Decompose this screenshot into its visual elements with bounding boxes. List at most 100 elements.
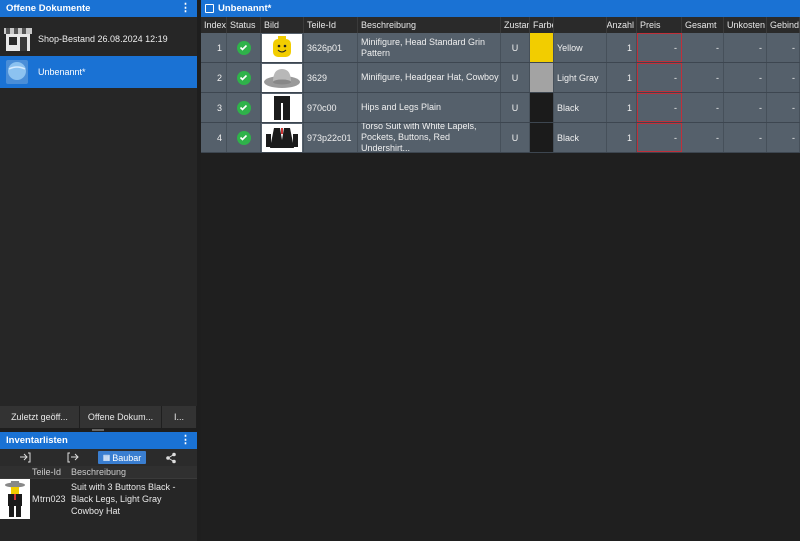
total: - [682,63,724,92]
condition: U [501,63,530,92]
document-label: Unbenannt* [38,67,86,77]
color-swatch [530,33,554,62]
document-title: Unbenannt* [218,3,272,14]
image-cell [261,93,304,122]
color-name: Black [554,123,607,152]
column-header-color-name[interactable] [554,17,607,33]
column-header-description[interactable]: Beschreibung [358,17,501,33]
column-header-index[interactable]: Index [201,17,227,33]
store-icon [3,25,33,53]
export-icon[interactable] [66,451,80,464]
table-row[interactable]: 1 3626p01 Minifigure, Head Standard Grin… [201,33,800,63]
tab-inventory[interactable]: I... [162,406,197,428]
more-options-icon[interactable]: ⋮ [180,1,191,14]
check-icon [236,100,251,115]
part-description: Minifigure, Head Standard Grin Pattern [358,33,501,62]
inventory-toolbar: ▦ Baubar [0,449,197,466]
document-header: Unbenannt* [201,0,800,17]
part-description: Torso Suit with White Lapels, Pockets, B… [358,123,501,152]
part-image [262,63,302,92]
column-header-color[interactable]: Farbe [530,17,554,33]
inventory-table-header: Teile-Id Beschreibung [0,466,197,479]
price-field[interactable]: - [637,93,682,122]
part-description: Minifigure, Headgear Hat, Cowboy [358,63,501,92]
lot: - [767,33,800,62]
column-header-total[interactable]: Gesamt [682,17,724,33]
quantity[interactable]: 1 [607,123,637,152]
costs: - [724,63,767,92]
check-icon [236,130,251,145]
column-header-price[interactable]: Preis [637,17,682,33]
tab-open-documents[interactable]: Offene Dokum... [80,406,162,428]
column-header-lot[interactable]: Gebinde [767,17,800,33]
image-cell [261,63,304,92]
check-icon [236,40,251,55]
total: - [682,33,724,62]
column-header-part-id[interactable]: Teile-Id [304,17,358,33]
grid-header: Index Status Bild Teile-Id Beschreibung … [201,17,800,33]
column-header-costs[interactable]: Unkosten [724,17,767,33]
price-field[interactable]: - [637,123,682,152]
document-item-unbenannt[interactable]: Unbenannt* [0,56,197,88]
status-cell[interactable] [227,93,261,122]
document-panel: Unbenannt* Index Status Bild Teile-Id Be… [201,0,800,541]
lot: - [767,63,800,92]
price-field[interactable]: - [637,33,682,62]
grid-rows: 1 3626p01 Minifigure, Head Standard Grin… [201,33,800,153]
column-header-quantity[interactable]: Anzahl [607,17,637,33]
open-documents-header: Offene Dokumente ⋮ [0,0,197,17]
status-cell[interactable] [227,123,261,152]
more-options-icon[interactable]: ⋮ [180,433,191,446]
inventory-panel: Inventarlisten ⋮ ▦ Baubar Teile-Id Besch… [0,432,197,541]
grid-icon: ▦ [102,453,111,462]
part-id: 973p22c01 [304,123,358,152]
status-cell[interactable] [227,63,261,92]
costs: - [724,123,767,152]
inventory-row[interactable]: M trn023 Suit with 3 Buttons Black - Bla… [0,479,197,519]
total: - [682,93,724,122]
table-row[interactable]: 2 3629 Minifigure, Headgear Hat, Cowboy … [201,63,800,93]
quantity[interactable]: 1 [607,93,637,122]
table-row[interactable]: 3 970c00 Hips and Legs Plain U Black 1 -… [201,93,800,123]
column-header-image[interactable]: Bild [261,17,304,33]
document-item-shop[interactable]: Shop-Bestand 26.08.2024 12:19 [0,23,197,55]
item-id: trn023 [40,494,66,504]
color-name: Light Gray [554,63,607,92]
color-swatch [530,63,554,92]
row-index: 4 [201,123,227,152]
tab-recent[interactable]: Zuletzt geöff... [0,406,80,428]
condition: U [501,123,530,152]
column-header[interactable]: Teile-Id [30,467,68,477]
total: - [682,123,724,152]
part-id: 3626p01 [304,33,358,62]
document-icon [205,4,214,13]
column-header-condition[interactable]: Zustan [501,17,530,33]
costs: - [724,93,767,122]
quantity[interactable]: 1 [607,33,637,62]
part-image [262,33,302,62]
item-type: M [32,494,40,504]
buildable-label: Baubar [112,452,142,463]
import-icon[interactable] [18,451,32,464]
color-name: Yellow [554,33,607,62]
share-icon[interactable] [164,451,178,464]
condition: U [501,93,530,122]
buildable-button[interactable]: ▦ Baubar [98,451,146,464]
price-field[interactable]: - [637,63,682,92]
inventory-title: Inventarlisten [6,435,68,446]
color-swatch [530,123,554,152]
quantity[interactable]: 1 [607,63,637,92]
table-row[interactable]: 4 973p22c01 Torso Suit with White Lapels… [201,123,800,153]
image-cell [261,33,304,62]
part-id: 970c00 [304,93,358,122]
row-index: 1 [201,33,227,62]
column-header-status[interactable]: Status [227,17,261,33]
minifig-image [0,479,30,519]
part-description: Hips and Legs Plain [358,93,501,122]
column-header[interactable]: Beschreibung [68,467,126,477]
lot: - [767,93,800,122]
status-cell[interactable] [227,33,261,62]
inventory-header: Inventarlisten ⋮ [0,432,197,449]
row-index: 3 [201,93,227,122]
part-id: 3629 [304,63,358,92]
